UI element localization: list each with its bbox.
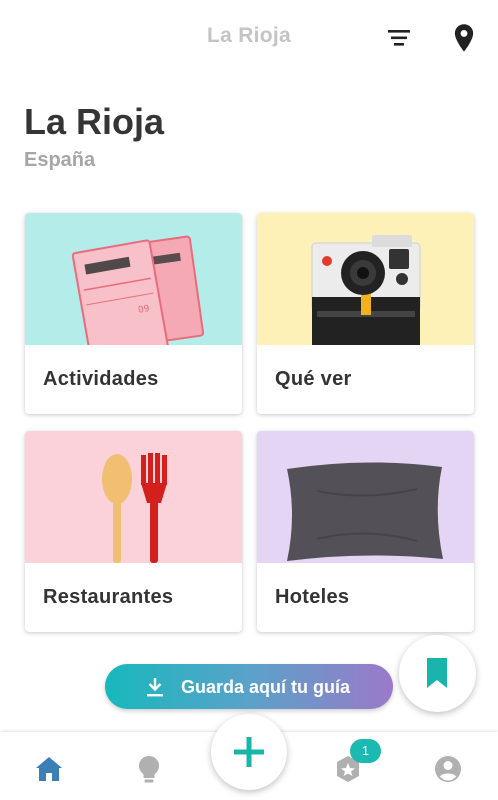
- filter-button[interactable]: [383, 24, 415, 52]
- top-bar: La Rioja: [0, 0, 498, 76]
- nav-home[interactable]: [32, 752, 66, 786]
- category-label: Hoteles: [275, 586, 350, 608]
- add-button[interactable]: [211, 714, 287, 790]
- pillow-image: [257, 431, 474, 563]
- header-title: La Rioja: [206, 24, 292, 47]
- category-label: Actividades: [43, 368, 159, 390]
- profile-icon: [435, 756, 461, 782]
- location-button[interactable]: [450, 22, 478, 54]
- bookmark-button[interactable]: [399, 635, 476, 712]
- category-card-que-ver[interactable]: Qué ver: [257, 213, 474, 414]
- category-card-restaurantes[interactable]: Restaurantes: [25, 431, 242, 632]
- location-pin-icon: [454, 24, 474, 52]
- category-label: Qué ver: [275, 368, 352, 390]
- tickets-image: 09: [25, 213, 242, 345]
- filter-lines-icon: [388, 30, 410, 46]
- add-icon: [234, 737, 264, 767]
- camera-image: [257, 213, 474, 345]
- category-label: Restaurantes: [43, 586, 174, 608]
- save-guide-label: Guarda aquí tu guía: [181, 677, 351, 697]
- nav-ideas[interactable]: [132, 752, 166, 786]
- lightbulb-icon: [139, 756, 159, 783]
- home-icon: [36, 757, 62, 781]
- category-card-hoteles[interactable]: Hoteles: [257, 431, 474, 632]
- svg-text:09: 09: [137, 304, 150, 316]
- nav-profile[interactable]: [431, 752, 465, 786]
- page-subtitle: España: [24, 149, 96, 171]
- page-title: La Rioja: [24, 101, 165, 142]
- spoon-fork-image: [25, 431, 242, 563]
- category-card-actividades[interactable]: 09 Actividades: [25, 213, 242, 414]
- rewards-count-badge: 1: [350, 739, 381, 763]
- save-guide-button[interactable]: Guarda aquí tu guía: [105, 664, 393, 709]
- bookmark-icon: [427, 658, 447, 688]
- download-icon: [147, 678, 163, 697]
